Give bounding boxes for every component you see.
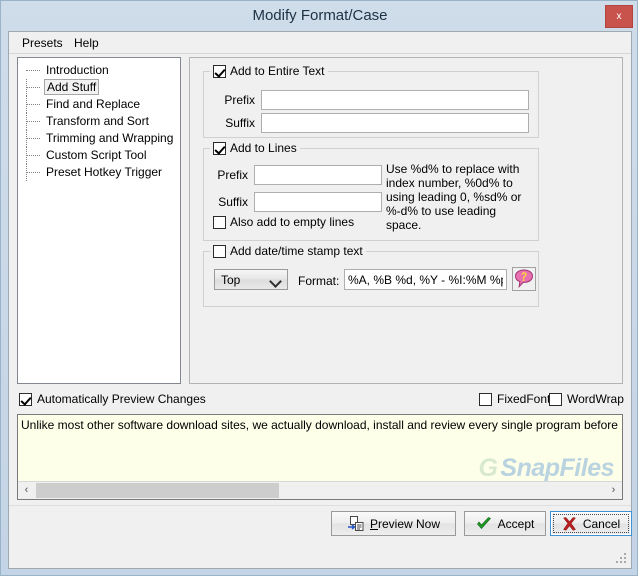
also-empty-lines-label: Also add to empty lines [230,215,355,229]
dialog-window: Modify Format/Case x Presets Help Introd… [0,0,638,576]
sidebar-item-transform-and-sort[interactable]: Transform and Sort [18,113,180,130]
status-bar [8,540,632,569]
tree-branch-icon [26,155,40,157]
format-label: Format: [298,274,340,288]
add-to-entire-text-toggle[interactable]: Add to Entire Text [210,64,328,78]
sidebar-item-label: Find and Replace [46,97,141,111]
group-title-label: Add to Lines [230,141,297,155]
question-help-icon-button[interactable] [512,267,536,291]
checkbox-also-add-to-empty-lines[interactable] [213,215,226,229]
title-bar: Modify Format/Case x [1,1,638,31]
lines-prefix-row: Prefix [208,165,382,185]
cancel-button[interactable]: Cancel [550,511,632,536]
word-wrap-label: WordWrap [567,392,624,406]
checkbox-add-to-lines[interactable] [213,141,226,155]
preview-document-icon [347,515,364,531]
client-area: Presets Help Introduction Add Stuff Find… [8,31,632,540]
entire-suffix-label: Suffix [225,116,255,130]
entire-suffix-row: Suffix [213,113,529,133]
preview-content: Unlike most other software download site… [21,418,622,432]
sidebar-item-label: Trimming and Wrapping [46,131,174,145]
sidebar-item-trimming-and-wrapping[interactable]: Trimming and Wrapping [18,130,180,147]
preview-horizontal-scrollbar[interactable]: ‹ › [18,481,622,499]
auto-preview-toggle[interactable]: Automatically Preview Changes [19,392,206,406]
auto-preview-label: Automatically Preview Changes [37,392,206,406]
also-empty-lines-toggle[interactable]: Also add to empty lines [210,215,357,229]
lines-suffix-label: Suffix [218,195,248,209]
question-help-icon [514,269,534,289]
group-date-time-stamp: Add date/time stamp text Top Format: [203,244,539,307]
snapfiles-watermark: G SnapFiles [478,454,614,483]
lines-prefix-input[interactable] [254,165,382,185]
sidebar-item-label: Introduction [46,63,109,77]
date-stamp-toggle[interactable]: Add date/time stamp text [210,244,366,258]
accept-button[interactable]: Accept [464,511,546,536]
fixed-font-toggle[interactable]: FixedFont [479,392,550,406]
sidebar-item-label: Add Stuff [44,79,100,95]
tree-branch-icon [26,121,40,123]
menu-item-help[interactable]: Help [69,35,104,51]
lines-prefix-label: Prefix [217,168,248,182]
checkmark-icon [476,516,491,529]
menu-bar: Presets Help [9,32,631,54]
scroll-left-icon[interactable]: ‹ [18,482,35,499]
checkbox-automatically-preview-changes[interactable] [19,392,32,406]
preview-now-button[interactable]: Preview Now [331,511,456,536]
lines-suffix-input[interactable] [254,192,382,212]
lines-suffix-row: Suffix [208,192,382,212]
checkbox-fixed-font[interactable] [479,392,492,406]
date-format-input[interactable] [344,269,507,290]
sidebar-item-label: Preset Hotkey Trigger [46,165,163,179]
sidebar-item-label: Custom Script Tool [46,148,147,162]
x-mark-icon [562,516,576,531]
watermark-badge: G [478,454,498,482]
preview-options-bar: Automatically Preview Changes FixedFont … [9,390,631,412]
checkbox-add-to-entire-text[interactable] [213,64,226,78]
add-to-lines-toggle[interactable]: Add to Lines [210,141,300,155]
word-wrap-toggle[interactable]: WordWrap [549,392,624,406]
sidebar-item-add-stuff[interactable]: Add Stuff [18,79,180,96]
preview-text-area[interactable]: Unlike most other software download site… [17,414,623,500]
sidebar-item-find-and-replace[interactable]: Find and Replace [18,96,180,113]
preview-now-rest: review Now [378,516,441,531]
entire-prefix-label: Prefix [224,93,255,107]
sidebar-item-preset-hotkey-trigger[interactable]: Preset Hotkey Trigger [18,164,180,181]
sidebar-item-custom-script-tool[interactable]: Custom Script Tool [18,147,180,164]
checkbox-add-date-time-stamp[interactable] [213,244,226,258]
scrollbar-thumb[interactable] [36,483,279,498]
sidebar-item-label: Transform and Sort [46,114,149,128]
chevron-down-icon [269,275,282,288]
group-add-to-lines: Add to Lines Prefix Suffix Use %d% to re… [203,141,539,241]
tree-branch-icon [26,70,40,72]
menu-item-presets[interactable]: Presets [17,35,68,51]
tree-branch-icon [26,172,40,174]
entire-suffix-input[interactable] [261,113,529,133]
tree-branch-icon [26,138,40,140]
scroll-right-icon[interactable]: › [605,482,622,499]
group-title-label: Add to Entire Text [230,64,325,78]
lines-hint-text: Use %d% to replace with index number, %0… [386,162,522,232]
fixed-font-label: FixedFont [497,392,551,406]
window-title: Modify Format/Case [252,7,388,24]
checkbox-word-wrap[interactable] [549,392,562,406]
preview-now-accel: P [369,516,378,531]
date-position-value: Top [221,272,241,287]
section-tree[interactable]: Introduction Add Stuff Find and Replace … [17,57,181,384]
button-bar: Preview Now Accept Cancel [9,505,632,541]
close-button[interactable]: x [605,5,633,28]
tree-branch-icon [26,104,40,106]
tree-branch-icon [26,87,40,89]
cancel-label: Cancel [582,516,621,531]
accept-label: Accept [497,516,535,531]
entire-prefix-row: Prefix [213,90,529,110]
date-position-select[interactable]: Top [214,269,288,290]
group-add-to-entire-text: Add to Entire Text Prefix Suffix [203,64,539,138]
options-panel: Add to Entire Text Prefix Suffix Add to … [189,57,623,384]
watermark-label: SnapFiles [500,454,614,482]
preview-now-label: Preview Now [370,517,440,531]
group-title-label: Add date/time stamp text [230,244,363,258]
resize-grip[interactable] [615,553,627,565]
sidebar-item-introduction[interactable]: Introduction [18,62,180,79]
entire-prefix-input[interactable] [261,90,529,110]
